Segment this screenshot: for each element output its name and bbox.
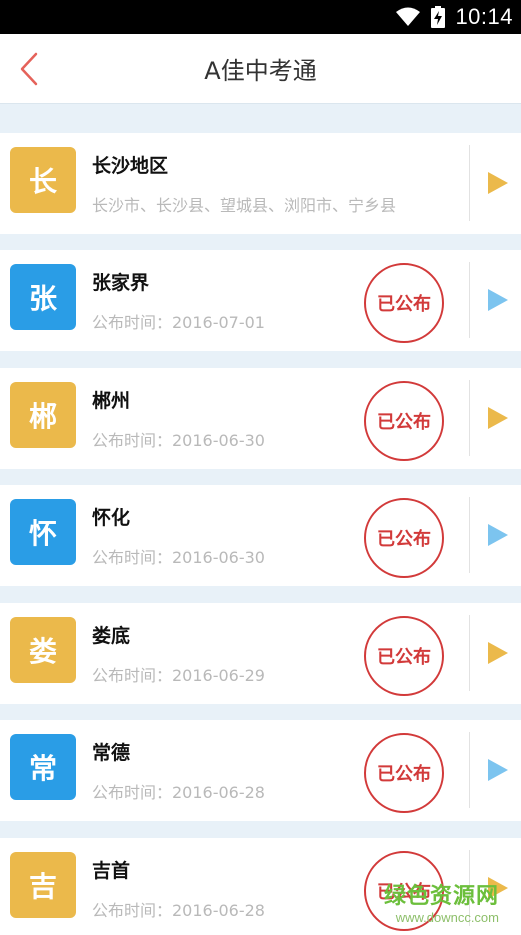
status-bar: 10:14 [0,0,521,34]
divider [469,380,470,456]
divider [469,497,470,573]
list-item-loudi[interactable]: 娄 娄底 公布时间：2016-06-29 已公布 [0,603,521,704]
play-arrow-icon[interactable] [484,287,510,313]
play-arrow-icon[interactable] [484,522,510,548]
published-stamp: 已公布 [364,263,444,343]
publish-time: 公布时间：2016-06-30 [92,431,265,450]
region-badge: 常 [10,734,76,800]
list-item-huaihua[interactable]: 怀 怀化 公布时间：2016-06-30 已公布 [0,485,521,586]
list-item-changsha[interactable]: 长 长沙地区 长沙市、长沙县、望城县、浏阳市、宁乡县 [0,133,521,234]
page-title: A佳中考通 [204,57,317,85]
play-arrow-icon[interactable] [484,757,510,783]
region-badge: 长 [10,147,76,213]
region-badge: 张 [10,264,76,330]
play-arrow-icon[interactable] [484,405,510,431]
region-name: 郴州 [92,390,131,412]
region-name: 怀化 [92,507,131,529]
publish-time: 公布时间：2016-06-30 [92,548,265,567]
region-subtitle: 长沙市、长沙县、望城县、浏阳市、宁乡县 [92,196,397,215]
region-name: 娄底 [92,625,131,647]
wifi-icon [396,7,421,26]
divider [469,145,470,221]
published-stamp: 已公布 [364,498,444,578]
list-item-chenzhou[interactable]: 郴 郴州 公布时间：2016-06-30 已公布 [0,368,521,469]
watermark: 绿色资源网 www.downcc.com [384,878,499,925]
region-name: 长沙地区 [92,155,169,177]
publish-time: 公布时间：2016-06-28 [92,783,265,802]
play-arrow-icon[interactable] [484,170,510,196]
publish-time: 公布时间：2016-07-01 [92,313,265,332]
region-name: 吉首 [92,860,131,882]
publish-time: 公布时间：2016-06-29 [92,666,265,685]
region-name: 常德 [92,742,131,764]
status-time: 10:14 [455,4,513,29]
watermark-title: 绿色资源网 [383,884,499,909]
app-header: A佳中考通 [0,34,521,104]
divider [469,732,470,808]
published-stamp: 已公布 [364,616,444,696]
back-button[interactable] [12,48,46,90]
region-badge: 娄 [10,617,76,683]
chevron-left-icon [20,52,38,86]
play-arrow-icon[interactable] [484,640,510,666]
list-item-zhangjiajie[interactable]: 张 张家界 公布时间：2016-07-01 已公布 [0,250,521,351]
battery-icon [431,6,446,28]
region-badge: 郴 [10,382,76,448]
region-badge: 吉 [10,852,76,918]
published-stamp: 已公布 [364,733,444,813]
publish-time: 公布时间：2016-06-28 [92,901,265,920]
region-badge: 怀 [10,499,76,565]
region-name: 张家界 [92,272,150,294]
published-stamp: 已公布 [364,381,444,461]
watermark-url: www.downcc.com [395,910,499,925]
divider [469,615,470,691]
list-item-changde[interactable]: 常 常德 公布时间：2016-06-28 已公布 [0,720,521,821]
divider [469,262,470,338]
